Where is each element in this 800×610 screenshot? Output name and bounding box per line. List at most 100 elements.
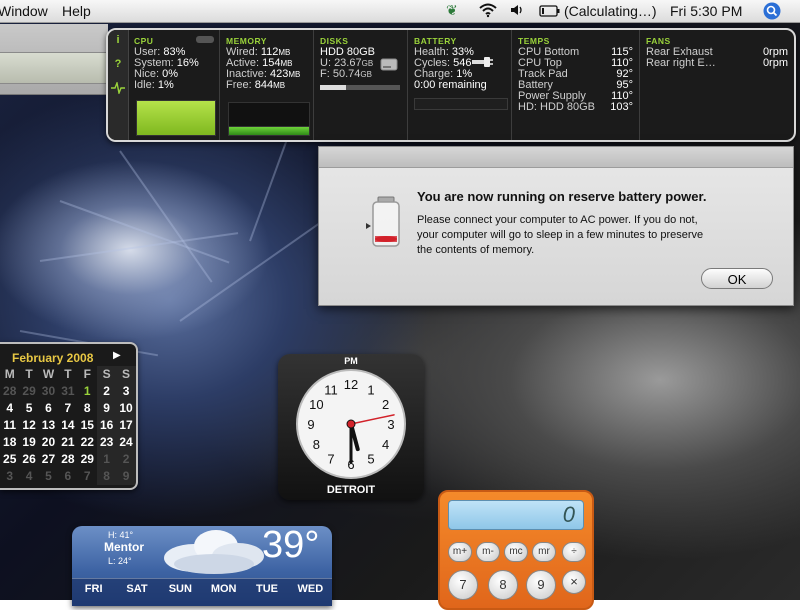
- menubar-clock[interactable]: Fri 5:30 PM: [670, 3, 742, 19]
- calc-button-divide[interactable]: ÷: [562, 542, 586, 562]
- calendar-day[interactable]: 12: [19, 417, 38, 434]
- calendar-week-row: 18 19 20 21 22 23 24: [0, 434, 136, 451]
- calendar-day[interactable]: 28: [0, 383, 19, 400]
- disk-usage-fill: [320, 85, 346, 90]
- weather-widget: H: 41° Mentor L: 24° 39° FRI SAT SUN MON…: [72, 526, 332, 606]
- cpu-row: Idle: 1%: [134, 79, 174, 91]
- calendar-day[interactable]: 18: [0, 434, 19, 451]
- calendar-day[interactable]: 8: [96, 468, 117, 485]
- calendar-day[interactable]: 9: [96, 400, 117, 417]
- weather-temperature: 39°: [262, 526, 320, 566]
- calendar-day[interactable]: 24: [116, 434, 136, 451]
- toggle-icon[interactable]: [196, 36, 214, 43]
- clock-numeral: 11: [324, 382, 338, 397]
- clock-widget: PM 12 1 2 3 4 5 6 7 8 9 10 11 DETROIT: [278, 354, 424, 500]
- battery-status-text[interactable]: (Calculating…): [564, 3, 657, 19]
- clock-numeral: 8: [313, 437, 320, 452]
- clock-numeral: 10: [309, 397, 323, 412]
- calendar-day[interactable]: 4: [0, 400, 19, 417]
- next-month-icon[interactable]: ▶: [113, 350, 121, 361]
- cpu-panel: CPU User: 83% System: 16% Nice: 0% Idle:…: [128, 30, 220, 140]
- calculator-widget: 0 m+ m- mc mr ÷ 7 8 9 ×: [438, 490, 594, 610]
- calendar-day[interactable]: 13: [39, 417, 58, 434]
- temps-title: TEMPS: [518, 36, 550, 46]
- clock-city: DETROIT: [326, 484, 376, 496]
- ok-button[interactable]: OK: [701, 268, 773, 289]
- low-battery-alert: You are now running on reserve battery p…: [318, 146, 794, 306]
- calendar-week-row: 25 26 27 28 29 1 2: [0, 451, 136, 468]
- calendar-day[interactable]: 27: [39, 451, 58, 468]
- forecast-day: MON: [210, 583, 237, 595]
- calendar-day[interactable]: 30: [39, 383, 58, 400]
- calendar-day[interactable]: 2: [116, 451, 136, 468]
- temp-row: HD: HDD 80GB 103°: [518, 101, 633, 113]
- istat-side-bar: i ?: [108, 30, 129, 140]
- calc-button-mminus[interactable]: m-: [476, 542, 500, 562]
- calendar-day[interactable]: 28: [58, 451, 77, 468]
- calc-button-9[interactable]: 9: [526, 570, 556, 600]
- forecast-day: SAT: [126, 583, 148, 595]
- disks-title: DISKS: [320, 36, 349, 46]
- calendar-day[interactable]: 6: [58, 468, 77, 485]
- calc-button-mr[interactable]: mr: [532, 542, 556, 562]
- battery-panel: BATTERY Health: 33% Cycles: 546 Charge: …: [408, 30, 512, 140]
- calendar-day[interactable]: 26: [19, 451, 38, 468]
- calendar-day[interactable]: 5: [19, 400, 38, 417]
- calendar-day[interactable]: 25: [0, 451, 19, 468]
- forecast-day: SUN: [168, 583, 192, 595]
- calendar-day[interactable]: 7: [78, 468, 97, 485]
- calc-button-mc[interactable]: mc: [504, 542, 528, 562]
- calendar-day[interactable]: 20: [39, 434, 58, 451]
- calendar-day[interactable]: 17: [116, 417, 136, 434]
- calendar-day[interactable]: 4: [19, 468, 38, 485]
- wifi-icon[interactable]: [478, 2, 498, 21]
- calc-button-7[interactable]: 7: [448, 570, 478, 600]
- weekday-label: W: [42, 367, 55, 381]
- spotlight-search-icon[interactable]: [763, 2, 781, 23]
- calendar-day[interactable]: 22: [78, 434, 97, 451]
- calendar-day[interactable]: 29: [78, 451, 97, 468]
- calendar-day[interactable]: 5: [39, 468, 58, 485]
- calendar-day[interactable]: 3: [0, 468, 19, 485]
- leaf-menu-extra-icon[interactable]: ❦: [446, 2, 458, 19]
- clock-numeral: 9: [307, 417, 314, 432]
- calendar-day[interactable]: 14: [58, 417, 77, 434]
- alert-titlebar: [319, 147, 793, 168]
- disks-panel: DISKS HDD 80GB U: 23.67GB F: 50.74GB: [314, 30, 408, 140]
- memory-graph: [228, 102, 310, 128]
- menu-help[interactable]: Help: [62, 3, 91, 19]
- forecast-day: FRI: [84, 583, 103, 595]
- weekday-label: S: [96, 366, 117, 383]
- calendar-day[interactable]: 16: [96, 417, 117, 434]
- calendar-day[interactable]: 6: [39, 400, 58, 417]
- cloud-icon: [164, 530, 264, 574]
- calendar-day[interactable]: 31: [58, 383, 77, 400]
- calendar-day[interactable]: 1: [96, 451, 117, 468]
- fan-row: Rear right E… 0rpm: [646, 57, 788, 69]
- weather-city: Mentor: [104, 540, 144, 554]
- calendar-day[interactable]: 21: [58, 434, 77, 451]
- calendar-day[interactable]: 10: [116, 400, 136, 417]
- calc-button-mplus[interactable]: m+: [448, 542, 472, 562]
- temps-panel: TEMPS CPU Bottom 115° CPU Top 110° Track P…: [512, 30, 640, 140]
- volume-icon[interactable]: [509, 2, 525, 21]
- calendar-day[interactable]: 23: [96, 434, 117, 451]
- calendar-day[interactable]: 11: [0, 417, 19, 434]
- calendar-day[interactable]: 7: [58, 400, 77, 417]
- menu-window[interactable]: Window: [0, 3, 48, 19]
- calendar-day[interactable]: 29: [19, 383, 38, 400]
- pulse-icon[interactable]: [108, 80, 128, 97]
- calendar-day[interactable]: 2: [96, 383, 117, 400]
- calendar-today[interactable]: 1: [78, 383, 97, 400]
- info-button[interactable]: i: [108, 34, 128, 46]
- help-button[interactable]: ?: [108, 58, 128, 70]
- calc-button-8[interactable]: 8: [488, 570, 518, 600]
- calendar-day[interactable]: 19: [19, 434, 38, 451]
- calc-button-multiply[interactable]: ×: [562, 570, 586, 594]
- cpu-usage-fill: [137, 101, 215, 135]
- calendar-day[interactable]: 8: [78, 400, 97, 417]
- calendar-day[interactable]: 3: [116, 383, 136, 400]
- calendar-day[interactable]: 9: [116, 468, 136, 485]
- battery-icon[interactable]: [539, 4, 561, 20]
- calendar-day[interactable]: 15: [78, 417, 97, 434]
